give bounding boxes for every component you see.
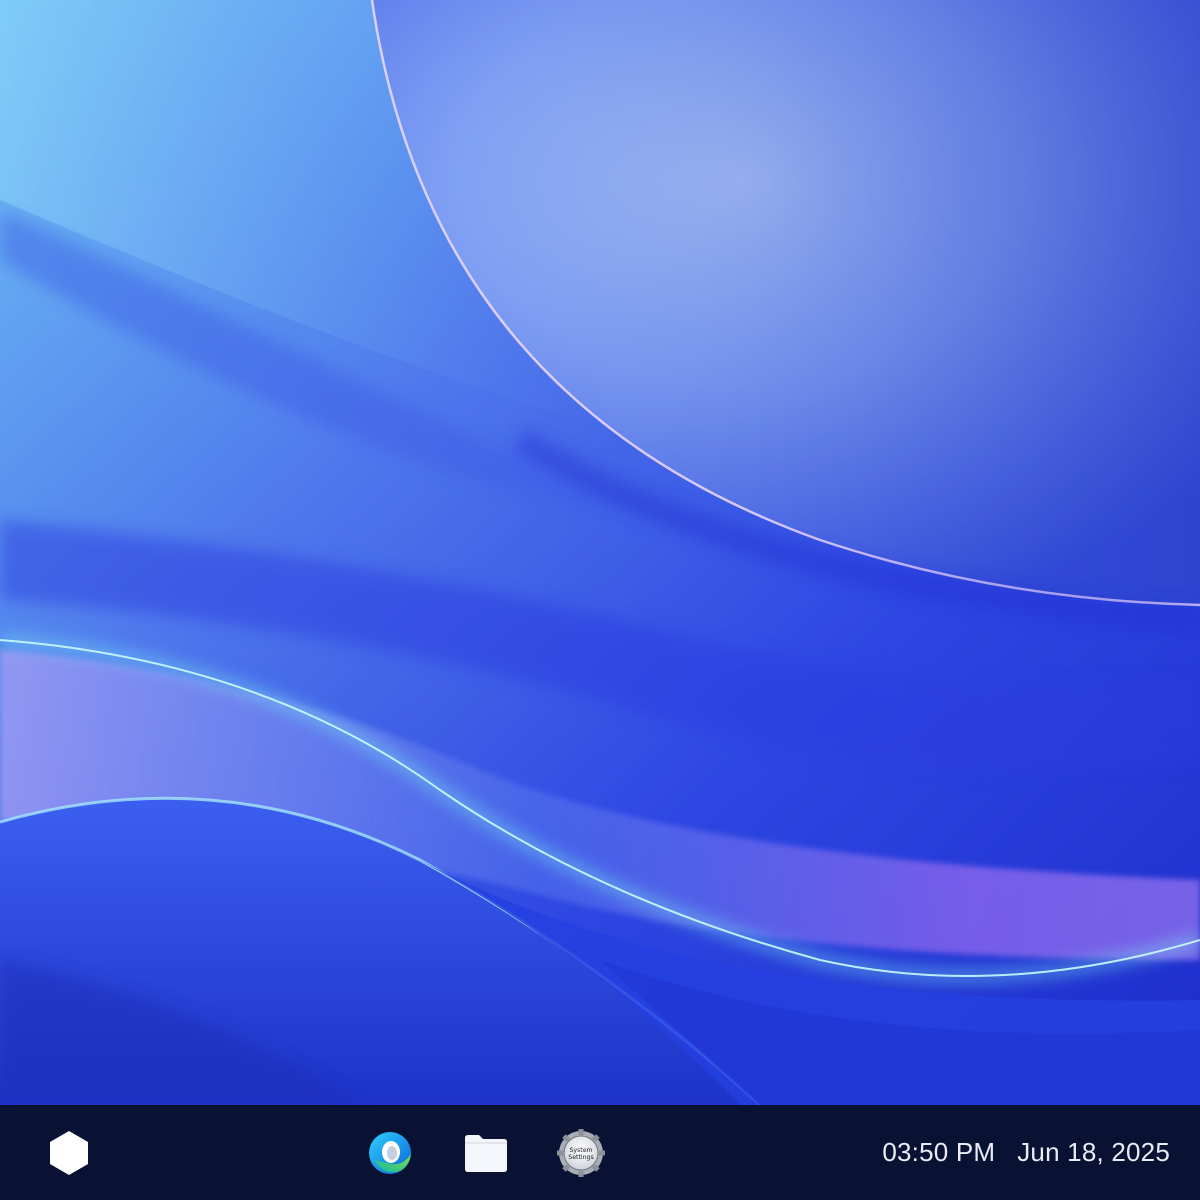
browser-icon [369,1132,411,1174]
settings-icon-label-top: System [569,1147,592,1154]
system-clock[interactable]: 03:50 PM Jun 18, 2025 [882,1105,1170,1200]
files-app-button[interactable] [461,1128,511,1178]
settings-icon-label-bottom: Settings [568,1154,593,1161]
taskbar: System Settings 03:50 PM Jun 18, 2025 [0,1105,1200,1200]
wallpaper-image [0,0,1200,1105]
settings-gear-icon: System Settings [557,1129,605,1177]
clock-date: Jun 18, 2025 [1017,1137,1170,1167]
launcher-button[interactable] [44,1128,94,1178]
hexagon-launcher-icon [50,1131,88,1175]
browser-app-button[interactable] [365,1128,415,1178]
folder-icon [465,1135,507,1172]
settings-app-button[interactable]: System Settings [556,1128,606,1178]
desktop[interactable] [0,0,1200,1105]
clock-time: 03:50 PM [882,1137,996,1167]
